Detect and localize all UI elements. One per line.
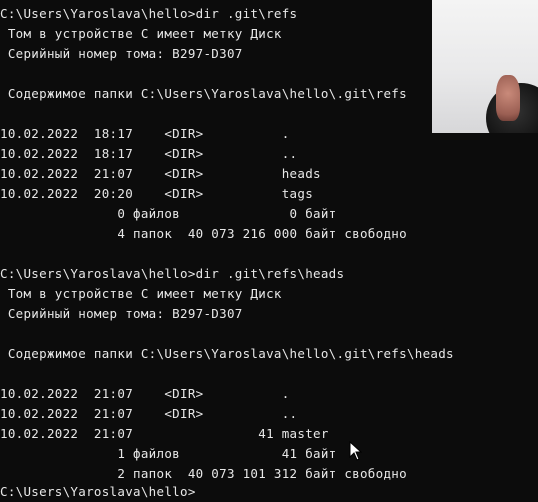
webcam-person-face bbox=[496, 75, 520, 121]
dir-entry-line: 10.02.2022 21:07 <DIR> . bbox=[0, 386, 290, 401]
file-summary-line: 1 файлов 41 байт bbox=[0, 446, 337, 461]
dir-entry-line: 10.02.2022 20:20 <DIR> tags bbox=[0, 186, 314, 201]
volume-label-line: Том в устройстве C имеет метку Диск bbox=[0, 26, 282, 41]
current-prompt-line[interactable]: C:\Users\Yaroslava\hello> bbox=[0, 482, 196, 502]
mouse-pointer-icon bbox=[349, 441, 363, 461]
folder-summary-line: 2 папок 40 073 101 312 байт свободно bbox=[0, 466, 407, 481]
volume-label-line: Том в устройстве C имеет метку Диск bbox=[0, 286, 282, 301]
folder-contents-line: Содержимое папки C:\Users\Yaroslava\hell… bbox=[0, 86, 407, 101]
serial-number-line: Серийный номер тома: B297-D307 bbox=[0, 306, 243, 321]
file-summary-line: 0 файлов 0 байт bbox=[0, 206, 337, 221]
serial-number-line: Серийный номер тома: B297-D307 bbox=[0, 46, 243, 61]
prompt-line: C:\Users\Yaroslava\hello>dir .git\refs\h… bbox=[0, 266, 345, 281]
folder-summary-line: 4 папок 40 073 216 000 байт свободно bbox=[0, 226, 407, 241]
dir-entry-line: 10.02.2022 21:07 <DIR> .. bbox=[0, 406, 298, 421]
file-entry-line: 10.02.2022 21:07 41 master bbox=[0, 426, 329, 441]
dir-entry-line: 10.02.2022 18:17 <DIR> .. bbox=[0, 146, 298, 161]
prompt-line: C:\Users\Yaroslava\hello>dir .git\refs bbox=[0, 6, 298, 21]
webcam-overlay bbox=[432, 0, 538, 133]
dir-entry-line: 10.02.2022 18:17 <DIR> . bbox=[0, 126, 290, 141]
dir-entry-line: 10.02.2022 21:07 <DIR> heads bbox=[0, 166, 321, 181]
folder-contents-line: Содержимое папки C:\Users\Yaroslava\hell… bbox=[0, 346, 454, 361]
